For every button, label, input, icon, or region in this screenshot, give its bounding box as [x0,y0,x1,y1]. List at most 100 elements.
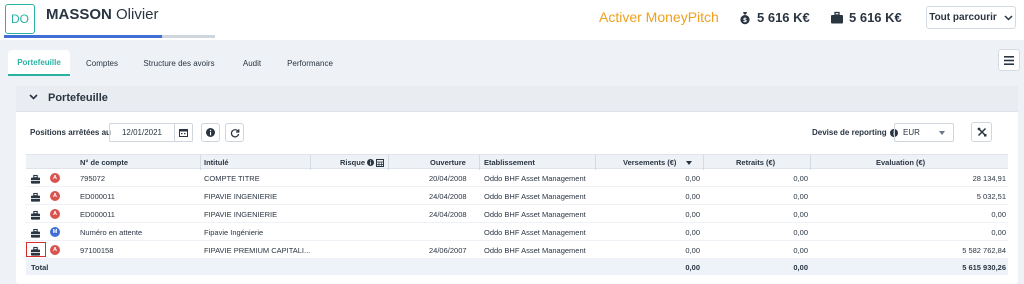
tab-performance[interactable]: Performance [278,50,342,76]
account-type-badge: A [50,209,60,219]
col-title[interactable]: Intitulé [204,158,229,167]
table-header: N° de compte Intitulé Risque Ouverture E… [26,154,1008,170]
institution: Oddo BHF Asset Management [484,174,586,183]
valuation: 5 582 762,84 [962,246,1006,255]
total-deposits: 0,00 [685,263,700,272]
svg-text:$: $ [743,17,747,24]
column-divider [479,155,480,170]
column-divider [200,155,201,170]
refresh-button[interactable] [225,123,244,142]
panel-header[interactable]: Portefeuille [16,86,1018,112]
tab-audit[interactable]: Audit [234,50,270,76]
deposits: 0,00 [685,174,700,183]
devise-label: Devise de reporting [812,128,898,137]
tab-structure-des-avoirs[interactable]: Structure des avoirs [138,50,220,76]
withdrawals: 0,00 [793,174,808,183]
caret-down-icon [939,130,945,135]
amount-2: 5 616 K€ [830,10,902,25]
column-divider [703,155,704,170]
tab-portefeuille[interactable]: Portefeuille [8,50,70,76]
client-last-name: MASSON [46,6,112,23]
table-row[interactable]: A 795072 COMPTE TITRE 20/04/2008 Oddo BHF As… [26,169,1008,187]
opening-date: 24/06/2007 [429,246,467,255]
amount-2-value: 5 616 K€ [849,10,902,25]
client-name: MASSON Olivier [46,6,159,23]
col-valuation[interactable]: Evaluation (€) [876,158,925,167]
account-number[interactable]: 97100158 [80,246,113,255]
deposits: 0,00 [685,228,700,237]
deposits: 0,00 [685,210,700,219]
browse-button-label: Tout parcourir [929,12,997,23]
col-opening[interactable]: Ouverture [430,158,466,167]
tab-comptes[interactable]: Comptes [76,50,128,76]
info-icon [367,159,375,166]
briefcase-icon[interactable] [30,190,41,202]
panel-title: Portefeuille [48,92,108,104]
account-type-badge: A [50,173,60,183]
calendar-icon[interactable] [174,124,192,141]
col-institution[interactable]: Etablissement [484,158,535,167]
withdrawals: 0,00 [793,192,808,201]
withdrawals: 0,00 [793,228,808,237]
briefcase-icon[interactable] [30,226,41,238]
account-type-badge: M [50,227,60,237]
col-account[interactable]: N° de compte [80,158,128,167]
account-type-badge: A [50,245,60,255]
grid-icon[interactable] [376,158,385,167]
devise-label-text: Devise de reporting [812,128,887,137]
devise-select[interactable]: EUR [894,123,954,142]
tools-button[interactable] [971,122,992,142]
money-bag-icon: $ [740,11,750,24]
account-number[interactable]: ED000011 [80,192,115,201]
portfolio-panel: Portefeuille Positions arrêtées au 12/01… [16,86,1018,284]
valuation: 28 134,91 [972,174,1006,183]
table-row[interactable]: A ED000011 FIPAVIE INGENIERIE 24/04/2008 Odd… [26,205,1008,223]
progress-fill [4,35,163,38]
account-title: Fipavie Ingénierie [204,228,264,237]
briefcase-icon[interactable] [30,244,41,256]
account-number[interactable]: 795072 [80,174,105,183]
devise-value: EUR [903,128,920,137]
info-icon [206,128,215,137]
briefcase-icon[interactable] [30,172,41,184]
tab-bar: Portefeuille Comptes Structure des avoir… [0,50,1024,76]
table-row[interactable]: M Numéro en attente Fipavie Ingénierie Oddo… [26,223,1008,241]
info-button[interactable] [201,123,220,142]
col-deposits[interactable]: Versements (€) [623,158,693,167]
sort-desc-icon[interactable] [686,160,693,165]
opening-date: 24/04/2008 [429,210,467,219]
positions-date-value: 12/01/2021 [121,128,163,137]
progress-bar [4,35,215,38]
positions-date-input[interactable]: 12/01/2021 [109,123,193,142]
account-title: FIPAVIE PREMIUM CAPITALI... [204,246,311,255]
chevron-down-icon[interactable] [29,94,38,100]
menu-button[interactable] [998,49,1020,71]
col-withdrawals[interactable]: Retraits (€) [736,158,775,167]
positions-label: Positions arrêtées au [30,128,111,137]
institution: Oddo BHF Asset Management [484,228,586,237]
column-divider [595,155,596,170]
account-title: FIPAVIE INGENIERIE [204,210,278,219]
moneypitch-link[interactable]: Activer MoneyPitch [599,9,719,25]
table-row[interactable]: A ED000011 FIPAVIE INGENIERIE 24/04/2008 Odd… [26,187,1008,205]
col-risk-label: Risque [340,158,366,167]
client-first-name: Olivier [116,6,159,23]
browse-button[interactable]: Tout parcourir [926,6,1016,29]
table-row[interactable]: A 97100158 FIPAVIE PREMIUM CAPITALI... 24/0… [26,241,1008,259]
total-label: Total [31,263,49,272]
column-divider [310,155,311,170]
amount-1: $ 5 616 K€ [738,10,810,25]
institution: Oddo BHF Asset Management [484,192,586,201]
amount-1-value: 5 616 K€ [757,10,810,25]
avatar[interactable]: DO [5,4,35,34]
col-risk[interactable]: Risque [340,158,385,167]
valuation: 5 032,51 [976,192,1006,201]
total-valuation: 5 615 930,26 [962,263,1006,272]
account-number[interactable]: Numéro en attente [80,228,142,237]
opening-date: 20/04/2008 [429,174,467,183]
briefcase-icon[interactable] [30,208,41,220]
total-row: Total 0,00 0,00 5 615 930,26 [26,259,1008,275]
account-number[interactable]: ED000011 [80,210,115,219]
chevron-down-icon [1004,14,1013,21]
account-type-badge: A [50,191,60,201]
